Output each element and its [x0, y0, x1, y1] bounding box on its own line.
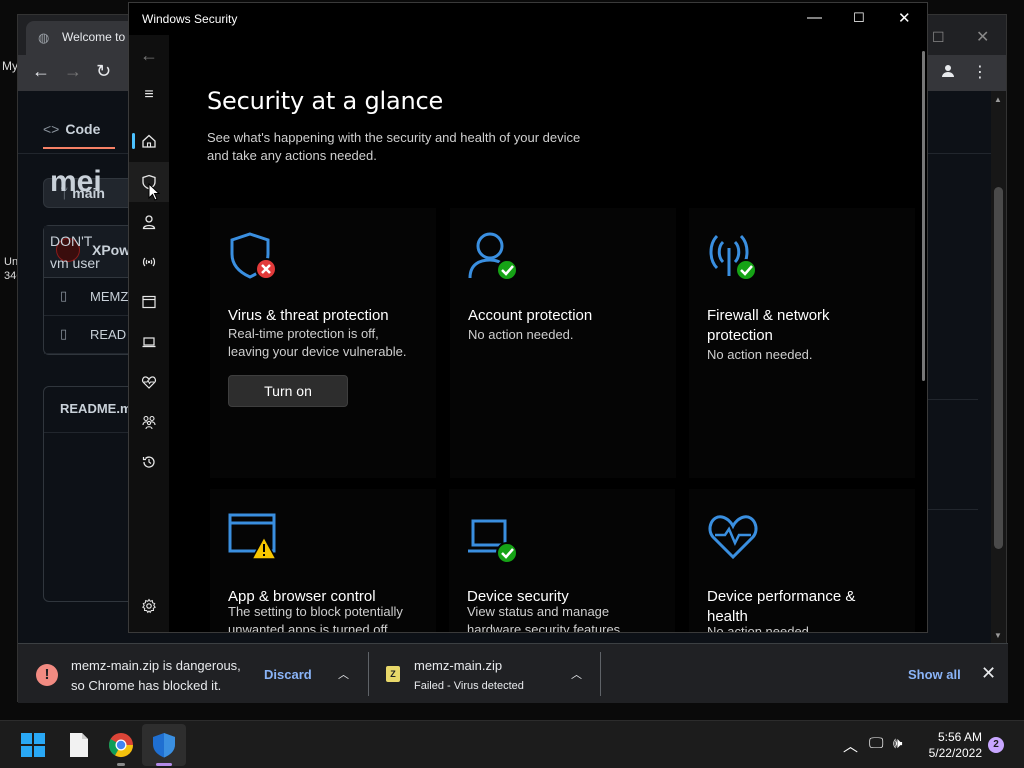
taskbar: ︿ 🖵 🕪 5:56 AM 5/22/2022 2 [0, 720, 1024, 768]
chrome-scrollbar[interactable]: ▲ ▼ [991, 91, 1006, 643]
download-filename[interactable]: memz-main.zip [414, 658, 502, 673]
card-description: No action needed. [707, 347, 813, 362]
close-icon[interactable]: ✕ [898, 9, 911, 27]
mouse-cursor-icon [148, 183, 160, 201]
card-virus-threat[interactable]: Virus & threat protection Real-time prot… [210, 208, 436, 478]
laptop-icon[interactable] [129, 322, 169, 362]
windows-security-window: Windows Security — ☐ ✕ ← ≡ Security at a… [128, 2, 928, 633]
zip-file-icon: Z [386, 666, 400, 682]
download-bar: ! memz-main.zip is dangerous, so Chrome … [18, 643, 1008, 703]
family-icon[interactable] [129, 402, 169, 442]
card-description: No action needed. [468, 327, 574, 342]
app-active-indicator [156, 763, 172, 766]
chevron-up-icon[interactable]: ︿ [843, 735, 858, 756]
card-description: View status and manage hardware security… [467, 604, 624, 633]
chevron-up-icon[interactable]: ︿ [338, 666, 349, 682]
back-icon[interactable]: ← [32, 61, 50, 82]
person-ok-icon [468, 232, 518, 281]
minimize-icon[interactable]: — [807, 9, 822, 26]
readme-title: mei [50, 165, 102, 198]
close-icon[interactable]: ✕ [976, 27, 989, 47]
menu-kebab-icon[interactable]: ⋮ [972, 62, 988, 82]
clock[interactable]: 5:56 AM 5/22/2022 [922, 729, 982, 761]
maximize-icon[interactable]: ☐ [932, 29, 945, 46]
back-arrow-icon[interactable]: ← [129, 35, 169, 75]
window-title: Windows Security [142, 12, 238, 26]
heart-pulse-icon[interactable] [129, 362, 169, 402]
app-browser-icon[interactable] [129, 282, 169, 322]
card-app-browser[interactable]: App & browser control The setting to blo… [210, 489, 436, 633]
volume-icon[interactable]: 🕪 [893, 735, 902, 752]
code-icon: <> [43, 121, 60, 137]
card-description: Real-time protection is off, leaving you… [228, 326, 407, 359]
desktop-text: My [2, 59, 18, 73]
danger-icon: ! [36, 664, 58, 686]
close-icon[interactable]: ✕ [981, 663, 996, 684]
card-title: Virus & threat protection [228, 307, 389, 324]
page-subtitle: See what's happening with the security a… [207, 130, 581, 163]
forward-icon[interactable]: → [64, 61, 82, 82]
chevron-up-icon[interactable]: ︿ [571, 666, 582, 682]
card-description: The setting to block potentially unwante… [228, 604, 403, 633]
discard-button[interactable]: Discard [264, 667, 312, 682]
profile-icon[interactable] [940, 63, 960, 83]
divider [368, 652, 369, 696]
nav-rail: ← ≡ [129, 35, 169, 632]
desktop-text: Un [4, 256, 19, 268]
windows-start-icon[interactable] [19, 731, 47, 759]
card-description: No action needed. [707, 624, 813, 633]
reload-icon[interactable]: ↻ [96, 61, 111, 82]
browser-warning-icon [228, 513, 278, 560]
desktop: My Un 346 ◍ Welcome to ☐ ✕ ← → ↻ ⋮ <> Cod… [0, 0, 1024, 720]
file-icon: ▯ [60, 326, 68, 341]
network-icon[interactable]: 🖵 [869, 735, 883, 752]
card-firewall-network[interactable]: Firewall & network protection No action … [689, 208, 915, 478]
scrollbar[interactable] [922, 51, 925, 381]
antenna-ok-icon [709, 234, 757, 281]
download-warning: memz-main.zip is dangerous, so Chrome ha… [71, 658, 241, 693]
settings-icon[interactable] [129, 586, 169, 626]
windows-security-shield-icon[interactable] [150, 731, 178, 759]
chrome-tab-title: Welcome to [62, 30, 126, 44]
card-title: Account protection [468, 307, 593, 324]
readme-text: DON'T vm user [50, 233, 100, 271]
card-device-security[interactable]: Device security View status and manage h… [449, 489, 675, 633]
person-icon[interactable] [129, 202, 169, 242]
laptop-ok-icon [468, 519, 518, 564]
card-account-protection[interactable]: Account protection No action needed. [450, 208, 676, 478]
code-tab[interactable]: <> Code [43, 121, 115, 149]
history-icon[interactable] [129, 442, 169, 482]
card-title: Firewall & network protection [707, 307, 830, 344]
hamburger-icon[interactable]: ≡ [129, 75, 169, 115]
maximize-icon[interactable]: ☐ [853, 10, 865, 26]
card-title: Device performance & health [707, 588, 856, 625]
file-explorer-icon[interactable] [64, 731, 92, 759]
wifi-icon[interactable] [129, 242, 169, 282]
heart-pulse-icon [708, 515, 758, 560]
home-icon[interactable] [129, 121, 169, 161]
scroll-down-icon[interactable]: ▼ [994, 631, 1002, 640]
shield-error-icon [230, 232, 277, 280]
scroll-thumb[interactable] [994, 187, 1003, 549]
divider [600, 652, 601, 696]
notification-badge[interactable]: 2 [988, 737, 1004, 753]
file-icon: ▯ [60, 288, 68, 303]
turn-on-button[interactable]: Turn on [228, 375, 348, 407]
card-device-performance[interactable]: Device performance & health No action ne… [689, 489, 915, 633]
chrome-icon[interactable] [107, 731, 135, 759]
download-status: Failed - Virus detected [414, 680, 524, 692]
show-all-button[interactable]: Show all [908, 667, 961, 682]
scroll-up-icon[interactable]: ▲ [994, 95, 1002, 104]
globe-icon: ◍ [38, 30, 50, 45]
page-title: Security at a glance [207, 87, 444, 115]
app-running-indicator [117, 763, 125, 766]
